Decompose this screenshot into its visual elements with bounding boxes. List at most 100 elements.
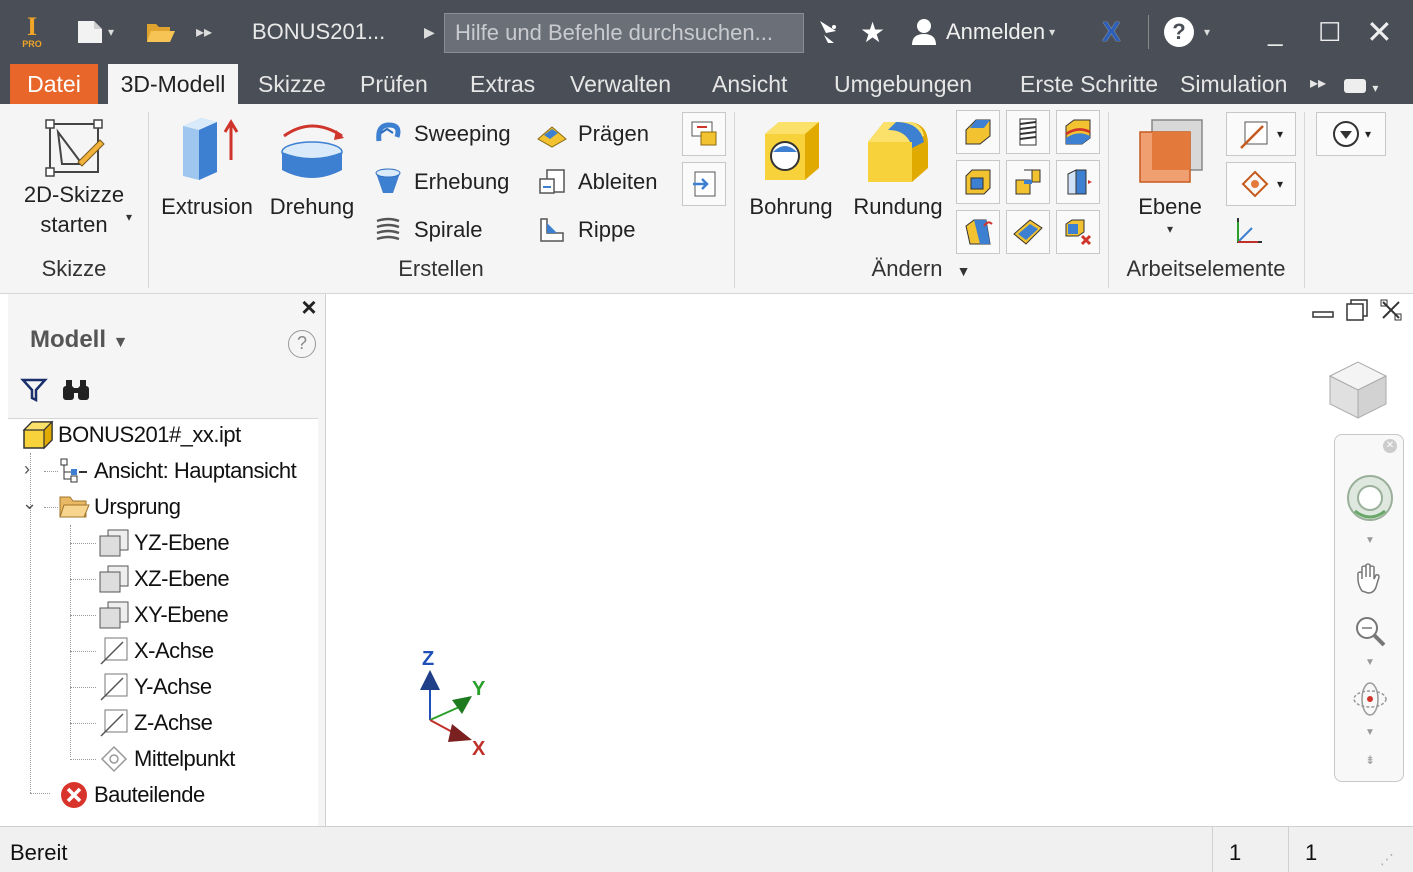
emboss-button[interactable]: Prägen <box>536 114 649 154</box>
derive-button[interactable]: Ableiten <box>536 162 658 202</box>
tree-node-xy-plane[interactable]: XY-Ebene <box>98 597 229 633</box>
fillet-button[interactable]: Rundung <box>846 112 950 222</box>
panel-options-button[interactable]: ▾ <box>1316 112 1386 156</box>
tree-node-x-axis[interactable]: X-Achse <box>98 633 214 669</box>
tree-node-view[interactable]: Ansicht: Hauptansicht <box>58 453 297 489</box>
draft-button[interactable] <box>956 210 1000 254</box>
sketch-icon <box>45 119 105 177</box>
orbit-dropdown[interactable]: ▼ <box>1335 727 1405 738</box>
combine-button[interactable] <box>1006 160 1050 204</box>
start-2d-sketch-button[interactable]: 2D-Skizze starten <box>14 116 134 240</box>
tab-skizze[interactable]: Skizze <box>248 64 336 104</box>
tab-verwalten[interactable]: Verwalten <box>560 64 681 104</box>
favorites-button[interactable]: ★ <box>860 0 885 64</box>
maximize-button[interactable]: ☐ <box>1318 0 1341 64</box>
start-sketch-dropdown-icon[interactable]: ▾ <box>126 210 132 224</box>
tree-node-yz-plane[interactable]: YZ-Ebene <box>98 525 230 561</box>
coil-button[interactable]: Spirale <box>372 210 482 250</box>
revolve-button[interactable]: Drehung <box>262 112 362 222</box>
pan-button[interactable] <box>1335 561 1405 597</box>
ucs-button[interactable] <box>1226 210 1270 254</box>
tab-pruefen[interactable]: Prüfen <box>350 64 438 104</box>
exchange-button[interactable]: X <box>1102 0 1121 64</box>
signin-label: Anmelden <box>946 19 1046 44</box>
ribbon-display-button[interactable]: ▾ <box>1334 64 1388 104</box>
tree-node-end-of-part[interactable]: Bauteilende <box>58 777 205 813</box>
play-button[interactable]: ▶ <box>424 0 435 64</box>
coil-label: Spirale <box>414 217 483 242</box>
zoom-button[interactable] <box>1335 613 1405 649</box>
tree-node-xz-plane[interactable]: XZ-Ebene <box>98 561 230 597</box>
minimize-button[interactable]: _ <box>1268 0 1282 64</box>
work-point-button[interactable]: ▾ <box>1226 162 1296 206</box>
resize-grip-icon[interactable]: ⋰ <box>1380 851 1394 868</box>
find-button[interactable] <box>60 376 92 410</box>
tab-umgebungen[interactable]: Umgebungen <box>824 64 982 104</box>
tab-3d-modell[interactable]: 3D-Modell <box>108 64 238 104</box>
combine-icon <box>1015 169 1041 195</box>
place-icon <box>693 171 716 197</box>
axis-button[interactable]: ▾ <box>1226 112 1296 156</box>
tab-ansicht[interactable]: Ansicht <box>702 64 797 104</box>
triad-label-z: Z <box>422 648 435 670</box>
tree-node-y-axis[interactable]: Y-Achse <box>98 669 212 705</box>
tree-node-z-axis[interactable]: Z-Achse <box>98 705 213 741</box>
start-sketch-label-2: starten <box>40 212 108 237</box>
browser-close-button[interactable]: × <box>296 294 322 320</box>
create-tool-1-button[interactable] <box>682 112 726 156</box>
extrusion-button[interactable]: Extrusion <box>158 112 256 222</box>
group-label-aendern[interactable]: Ändern ▼ <box>734 256 1108 282</box>
plane-button[interactable]: Ebene ▾ <box>1122 112 1218 236</box>
viewcube[interactable] <box>1326 356 1390 428</box>
search-input[interactable]: Hilfe und Befehle durchsuchen... <box>444 13 804 53</box>
face-replace-button[interactable] <box>1006 210 1050 254</box>
graphics-window[interactable]: ✕ ▼ ▼ ▼ ⇟ Z Y X <box>326 294 1413 826</box>
rib-label: Rippe <box>578 217 636 242</box>
plane-icon <box>98 599 130 631</box>
tab-simulation[interactable]: Simulation <box>1170 64 1297 104</box>
more-tabs-button[interactable]: ▸▸ <box>1300 64 1336 104</box>
delete-face-button[interactable] <box>1056 210 1100 254</box>
sweep-button[interactable]: Sweeping <box>372 114 511 154</box>
new-button[interactable]: ▾ <box>76 0 114 64</box>
steering-wheel-dropdown[interactable]: ▼ <box>1335 535 1405 546</box>
hole-button[interactable]: Bohrung <box>742 112 840 222</box>
rib-button[interactable]: Rippe <box>536 210 635 250</box>
navbar-close-button[interactable]: ✕ <box>1335 439 1405 453</box>
tab-datei[interactable]: Datei <box>10 64 98 104</box>
more-button[interactable]: ▸▸ <box>196 0 212 64</box>
collapse-origin-toggle[interactable]: ⌄ <box>22 493 37 514</box>
close-button[interactable]: ✕ <box>1366 0 1393 64</box>
thread-button[interactable] <box>1006 110 1050 154</box>
help-button[interactable]: ? ▾ <box>1164 0 1210 64</box>
satellite-button[interactable] <box>814 0 844 64</box>
signin-button[interactable]: Anmelden ▾ <box>910 0 1055 64</box>
create-tool-2-button[interactable] <box>682 162 726 206</box>
viewport-close-button[interactable] <box>1379 298 1403 328</box>
open-button[interactable] <box>146 0 176 64</box>
expand-view-toggle[interactable]: › <box>24 459 30 480</box>
app-logo[interactable]: I PRO <box>12 0 52 64</box>
chamfer-button[interactable] <box>956 110 1000 154</box>
orbit-button[interactable] <box>1335 679 1405 719</box>
viewport-minimize-button[interactable] <box>1311 298 1335 328</box>
tree-node-root[interactable]: BONUS201#_xx.ipt <box>22 417 241 453</box>
loft-button[interactable]: Erhebung <box>372 162 509 202</box>
viewport-restore-button[interactable] <box>1345 298 1369 328</box>
delete-face-icon <box>1065 219 1092 246</box>
navbar-customize-button[interactable]: ⇟ <box>1335 753 1405 767</box>
emboss-icon <box>536 118 568 150</box>
browser-help-button[interactable]: ? <box>288 330 316 358</box>
zoom-dropdown[interactable]: ▼ <box>1335 657 1405 668</box>
steering-wheel-button[interactable] <box>1335 473 1405 523</box>
tab-extras[interactable]: Extras <box>460 64 545 104</box>
tree-node-center-point[interactable]: Mittelpunkt <box>98 741 235 777</box>
filter-button[interactable] <box>20 376 48 410</box>
model-dropdown[interactable]: Modell ▼ <box>30 326 129 354</box>
split-button[interactable] <box>1056 110 1100 154</box>
thicken-button[interactable] <box>1056 160 1100 204</box>
tab-erste-schritte[interactable]: Erste Schritte <box>1010 64 1168 104</box>
shell-button[interactable] <box>956 160 1000 204</box>
hole-icon <box>765 122 819 180</box>
tree-node-origin[interactable]: Ursprung <box>58 489 181 525</box>
